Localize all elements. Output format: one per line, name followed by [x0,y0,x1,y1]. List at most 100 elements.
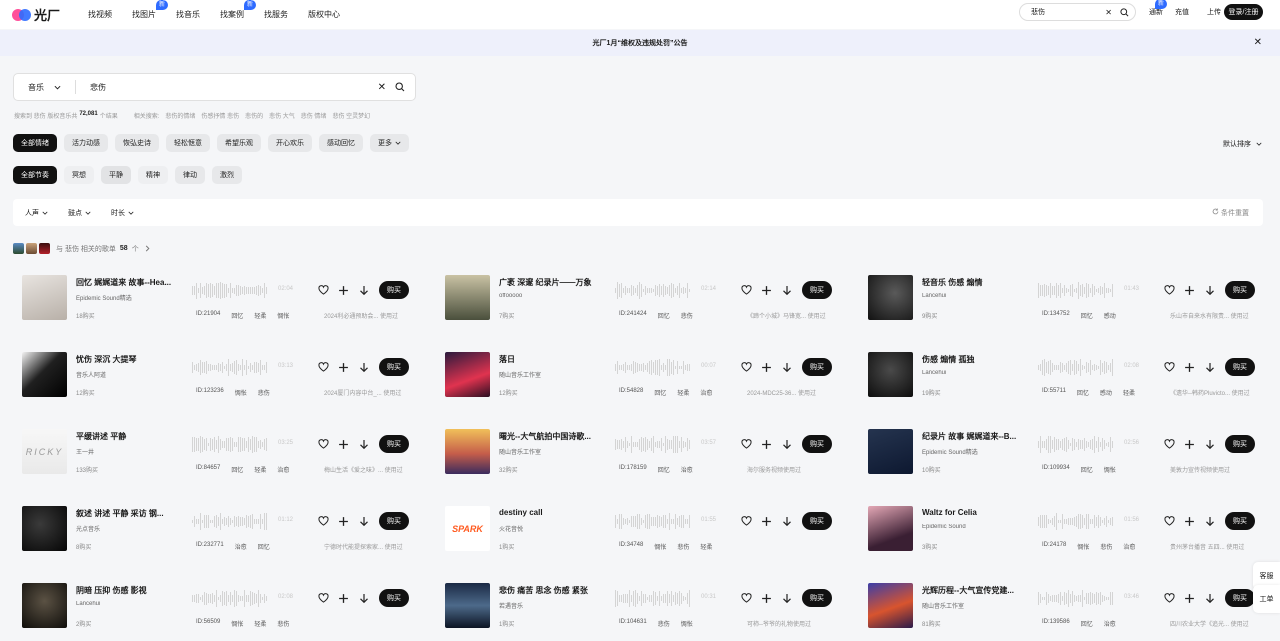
track-artist[interactable]: Epidemic Sound精选 [76,293,176,302]
track-cover[interactable] [445,583,490,628]
buy-button[interactable]: 购买 [1225,281,1255,299]
track-tag[interactable]: 感动 [1104,311,1116,320]
waveform[interactable] [1038,513,1113,530]
tongxin-link[interactable]: 通新新 [1149,0,1167,17]
track-usage[interactable]: 2024-MDC25-36... 使用过 [747,388,833,397]
track-artist[interactable]: Lancehui [922,370,1022,376]
track-tag[interactable]: 治愈 [277,465,289,474]
category-select[interactable]: 音乐 [28,80,76,94]
track-tag[interactable]: 回忆 [1081,311,1093,320]
add-icon[interactable] [760,592,773,605]
track-usage[interactable]: 贵州茅台播音 五四... 使用过 [1170,542,1256,551]
waveform[interactable] [1038,436,1113,453]
track-tag[interactable]: 回忆 [1077,388,1089,397]
waveform[interactable] [1038,282,1113,299]
filter-chip[interactable]: 精神 [138,166,168,184]
heart-icon[interactable] [1163,438,1176,451]
track-usage[interactable]: 可柿--爷爷的礼物使用过 [747,619,833,628]
track-cover[interactable] [868,429,913,474]
track-row[interactable]: 阴暗 压抑 伤感 影视 Lancehui 2购买 02:08 ID:56509 惆怅 轻柔 悲… [13,572,415,638]
download-icon[interactable] [780,438,793,451]
track-tag[interactable]: 悲伤 [1100,542,1112,551]
download-icon[interactable] [1203,284,1216,297]
related-search-link[interactable]: 悲伤的 [245,111,263,120]
add-icon[interactable] [1183,515,1196,528]
track-tag[interactable]: 轻柔 [1123,388,1135,397]
track-usage[interactable]: 梅山生活《爱之味》... 使用过 [324,465,410,474]
filter-chip[interactable]: 平静 [101,166,131,184]
track-cover[interactable] [868,352,913,397]
download-icon[interactable] [780,361,793,374]
download-icon[interactable] [357,361,370,374]
download-icon[interactable] [1203,361,1216,374]
track-cover[interactable] [22,275,67,320]
download-icon[interactable] [357,592,370,605]
add-icon[interactable] [760,515,773,528]
track-row[interactable]: 伤感 煽情 孤独 Lancehui 19购买 02:08 ID:55711 回忆 感动 轻柔 《… [859,341,1261,407]
heart-icon[interactable] [317,438,330,451]
buy-button[interactable]: 购买 [379,358,409,376]
download-icon[interactable] [357,515,370,528]
clear-icon[interactable]: ✕ [378,82,386,93]
add-icon[interactable] [1183,284,1196,297]
track-artist[interactable]: 随山音乐工作室 [499,370,599,379]
add-icon[interactable] [1183,438,1196,451]
track-usage[interactable]: 2024利必通预助会... 使用过 [324,311,410,320]
track-row[interactable]: RICKY 平缓讲述 平静 王一井 133购买 03:25 ID:84657 回忆 轻柔 治愈 梅… [13,418,415,484]
track-row[interactable]: 回忆 娓娓道来 故事--Hea... Epidemic Sound精选 18购买 02… [13,264,415,330]
download-icon[interactable] [780,515,793,528]
buy-button[interactable]: 购买 [1225,589,1255,607]
track-row[interactable]: 纪录片 故事 娓娓道来--B... Epidemic Sound精选 10购买 02:… [859,418,1261,484]
add-icon[interactable] [760,284,773,297]
filter-chip[interactable]: 全部节奏 [13,166,57,184]
filter-chip[interactable]: 轻松惬意 [166,134,210,152]
track-cover[interactable]: RICKY [22,429,67,474]
track-cover[interactable] [445,429,490,474]
track-title[interactable]: 悲伤 痛苦 思念 伤感 紧张 [499,585,603,596]
track-title[interactable]: 落日 [499,354,603,365]
track-title[interactable]: 回忆 娓娓道来 故事--Hea... [76,277,180,288]
track-tag[interactable]: 治愈 [1123,542,1135,551]
heart-icon[interactable] [317,592,330,605]
announcement-text[interactable]: 光厂1月“维权及违规处罚”公告 [593,38,688,48]
nav-item[interactable]: 找视频 [78,9,122,20]
buy-button[interactable]: 购买 [1225,358,1255,376]
ticket-tab[interactable]: 工单 [1253,585,1280,613]
track-tag[interactable]: 治愈 [235,542,247,551]
track-title[interactable]: 叙述 讲述 平静 采访 钢... [76,508,180,519]
track-title[interactable]: 轻音乐 伤感 煽情 [922,277,1026,288]
track-artist[interactable]: 王一井 [76,447,176,456]
heart-icon[interactable] [740,284,753,297]
related-search-link[interactable]: 悲伤的情绪 [165,111,195,120]
track-row[interactable]: 忧伤 深沉 大提琴 音乐人阿道 12购买 03:13 ID:123236 惆怅 悲伤 2024… [13,341,415,407]
track-tag[interactable]: 惆怅 [231,619,243,628]
filter-chip[interactable]: 更多 [370,134,409,152]
heart-icon[interactable] [1163,592,1176,605]
waveform[interactable] [615,590,690,607]
filter-dropdown[interactable]: 鼓点 [68,208,91,218]
filter-chip[interactable]: 激烈 [212,166,242,184]
track-tag[interactable]: 惆怅 [654,542,666,551]
track-cover[interactable] [22,352,67,397]
heart-icon[interactable] [317,515,330,528]
track-tag[interactable]: 惆怅 [277,311,289,320]
track-row[interactable]: 广袤 深邃 纪录片——万象 offooooo 7购买 02:14 ID:241424 回忆… [436,264,838,330]
track-row[interactable]: 叙述 讲述 平静 采访 钢... 光点音乐 8购买 01:12 ID:232771 治愈 回… [13,495,415,561]
upload-link[interactable]: 上传 [1207,7,1221,17]
waveform[interactable] [615,282,690,299]
reset-filters-button[interactable]: 条件重置 [1212,208,1249,218]
buy-button[interactable]: 购买 [802,358,832,376]
track-tag[interactable]: 治愈 [681,465,693,474]
search-input[interactable]: 悲伤 [76,82,378,93]
track-tag[interactable]: 惆怅 [681,619,693,628]
nav-item[interactable]: 找图片新 [122,0,169,20]
track-cover[interactable] [868,506,913,551]
buy-button[interactable]: 购买 [379,435,409,453]
related-search-link[interactable]: 伤感抒情 悲伤 [201,111,239,120]
download-icon[interactable] [780,592,793,605]
waveform[interactable] [1038,590,1113,607]
add-icon[interactable] [337,284,350,297]
filter-chip[interactable]: 感动回忆 [319,134,363,152]
waveform[interactable] [192,282,267,299]
track-artist[interactable]: 光点音乐 [76,524,176,533]
